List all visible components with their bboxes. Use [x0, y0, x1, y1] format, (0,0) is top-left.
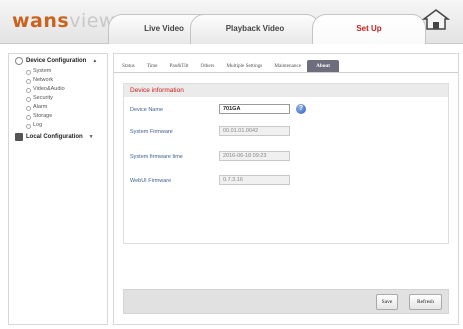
chevron-up-icon: ▲	[92, 57, 98, 64]
sidebar-item-system[interactable]: System	[9, 67, 107, 76]
system-firmware-value: 00.01.01.0042	[219, 126, 290, 136]
chevron-down-icon: ▼	[88, 133, 94, 140]
device-name-row: Device Name 701GA ?	[130, 104, 306, 114]
sidebar-item-alarm[interactable]: Alarm	[9, 103, 107, 112]
webui-firmware-label: WebUI Firmware	[130, 178, 172, 184]
device-name-label: Device Name	[130, 107, 164, 113]
system-firmware-time-row: System firmware time 2016-06-18 09:23	[130, 151, 290, 161]
system-firmware-row: System Firmware 00.01.01.0042	[130, 126, 290, 136]
tab-playback-video[interactable]: Playback Video	[190, 14, 320, 44]
system-firmware-time-label: System firmware time	[130, 154, 183, 160]
settings-content: Status Time Pan&Tilt Others Multiple Set…	[113, 53, 459, 325]
sidebar-item-video-audio[interactable]: Video&Audio	[9, 85, 107, 94]
monitor-icon	[15, 132, 23, 141]
refresh-button[interactable]: Refresh	[409, 294, 442, 310]
sidebar-local-configuration[interactable]: Local Configuration ▼	[9, 130, 107, 143]
subtab-maintenance[interactable]: Maintenance	[268, 60, 307, 72]
action-bar: Save Refresh	[123, 289, 449, 314]
save-button[interactable]: Save	[376, 294, 398, 310]
webui-firmware-value: 0.7.3.16	[219, 175, 290, 185]
sidebar-item-log[interactable]: Log	[9, 121, 107, 130]
help-icon[interactable]: ?	[296, 104, 306, 114]
system-firmware-label: System Firmware	[130, 129, 173, 135]
sidebar-item-storage[interactable]: Storage	[9, 112, 107, 121]
subtab-multiple-settings[interactable]: Multiple Settings	[220, 60, 268, 72]
subtab-about[interactable]: About	[307, 60, 339, 72]
device-name-input[interactable]: 701GA	[219, 104, 290, 114]
tab-set-up[interactable]: Set Up	[312, 14, 426, 44]
panel-title: Device information	[124, 84, 448, 97]
subtab-bar: Status Time Pan&Tilt Others Multiple Set…	[116, 58, 339, 72]
sidebar-item-network[interactable]: Network	[9, 76, 107, 85]
settings-sidebar: Device Configuration ▲ System Network Vi…	[8, 53, 108, 325]
subtab-others[interactable]: Others	[195, 60, 221, 72]
system-firmware-time-value: 2016-06-18 09:23	[219, 151, 290, 161]
sidebar-item-security[interactable]: Security	[9, 94, 107, 103]
gear-icon	[15, 56, 23, 65]
brand-logo: wansview	[12, 10, 115, 32]
sidebar-device-configuration[interactable]: Device Configuration ▲	[9, 54, 107, 67]
subtab-divider	[114, 72, 458, 73]
home-icon[interactable]	[421, 8, 451, 32]
device-information-panel: Device information Device Name 701GA ? S…	[123, 83, 449, 244]
subtab-pan-tilt[interactable]: Pan&Tilt	[163, 60, 194, 72]
subtab-time[interactable]: Time	[141, 60, 164, 72]
subtab-status[interactable]: Status	[116, 60, 141, 72]
top-header: wansview Live Video Playback Video Set U…	[0, 0, 463, 44]
webui-firmware-row: WebUI Firmware 0.7.3.16	[130, 175, 290, 185]
